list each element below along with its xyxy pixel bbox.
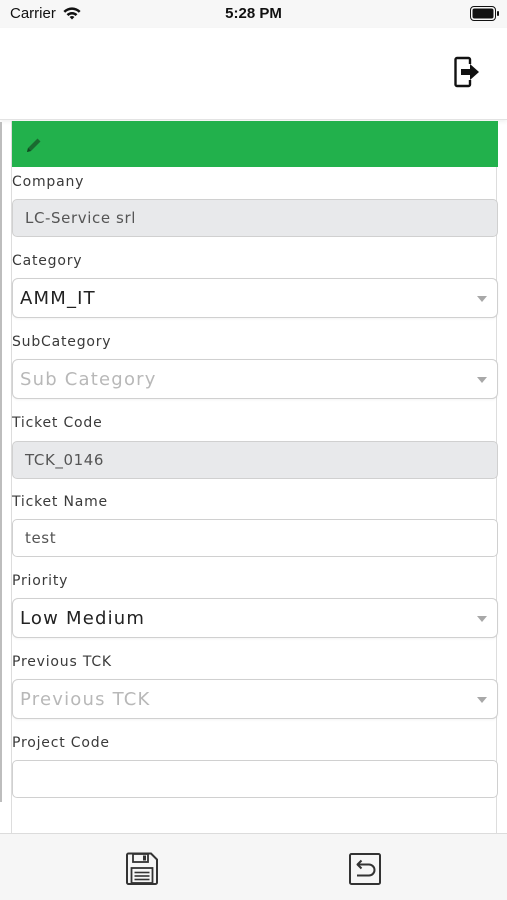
- bottom-toolbar: [0, 833, 507, 900]
- ticket-code-label: Ticket Code: [12, 415, 103, 431]
- company-field: LC-Service srl: [12, 199, 498, 237]
- category-select[interactable]: AMM_IT: [12, 278, 498, 318]
- previous-tck-label: Previous TCK: [12, 654, 112, 670]
- logout-icon[interactable]: [452, 56, 482, 88]
- category-label: Category: [12, 253, 83, 269]
- project-code-input[interactable]: [12, 760, 498, 798]
- card-header: [12, 121, 498, 167]
- priority-value: Low Medium: [20, 608, 146, 629]
- ticket-code-field: TCK_0146: [12, 441, 498, 479]
- subcategory-label: SubCategory: [12, 334, 112, 350]
- category-value: AMM_IT: [20, 288, 96, 309]
- previous-tck-select[interactable]: Previous TCK: [12, 679, 498, 719]
- subcategory-select[interactable]: Sub Category: [12, 359, 498, 399]
- project-code-label: Project Code: [12, 735, 110, 751]
- ticket-code-value: TCK_0146: [25, 451, 105, 469]
- navigation-bar: [0, 28, 507, 120]
- floppy-disk-icon[interactable]: [124, 851, 160, 887]
- status-time: 5:28 PM: [225, 5, 282, 22]
- scroll-indicator: [0, 122, 2, 802]
- company-label: Company: [12, 174, 85, 190]
- priority-select[interactable]: Low Medium: [12, 598, 498, 638]
- chevron-down-icon: [477, 697, 487, 703]
- previous-tck-placeholder: Previous TCK: [20, 689, 151, 710]
- ticket-name-input[interactable]: test: [12, 519, 498, 557]
- chevron-down-icon: [477, 296, 487, 302]
- ticket-form-card: Company LC-Service srl Category AMM_IT S…: [11, 121, 498, 833]
- ticket-name-value: test: [25, 529, 57, 547]
- subcategory-placeholder: Sub Category: [20, 369, 157, 390]
- battery-icon: [470, 6, 499, 21]
- chevron-down-icon: [477, 616, 487, 622]
- undo-icon[interactable]: [347, 851, 383, 887]
- ticket-name-label: Ticket Name: [12, 494, 108, 510]
- pencil-icon[interactable]: [24, 135, 44, 155]
- company-value: LC-Service srl: [25, 209, 136, 227]
- status-bar: Carrier 5:28 PM: [0, 0, 507, 28]
- chevron-down-icon: [477, 377, 487, 383]
- priority-label: Priority: [12, 573, 69, 589]
